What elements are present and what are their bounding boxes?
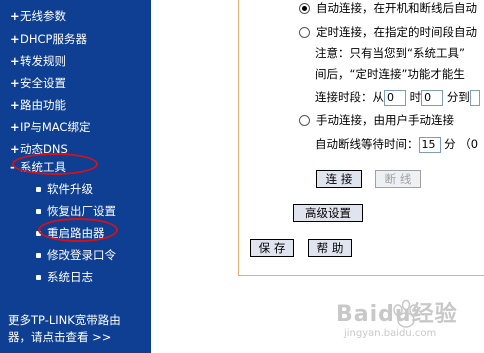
sidebar-item-forwarding[interactable]: +转发规则	[10, 53, 66, 69]
sidebar-item-label: 无线参数	[20, 9, 66, 23]
help-button[interactable]: 帮 助	[308, 239, 352, 257]
auto-connect-label: 自动连接，在开机和断线后自动	[316, 1, 477, 15]
watermark-url: jingyan.baidu.com	[344, 328, 437, 339]
bullet-icon	[36, 253, 41, 258]
sidebar-subitem-label: 修改登录口令	[47, 248, 116, 262]
baidu-jingyan-watermark: Baidu经验 jingyan.baidu.com	[330, 288, 480, 348]
sidebar-item-label: 安全设置	[20, 76, 66, 90]
bullet-icon	[36, 209, 41, 214]
save-button[interactable]: 保 存	[250, 239, 294, 257]
manual-connect-row: 手动连接，由用户手动连接	[299, 112, 454, 128]
more-products-line1: 更多TP-LINK宽带路由	[8, 313, 121, 327]
manual-connect-label: 手动连接，由用户手动连接	[316, 113, 454, 127]
auto-connect-radio[interactable]	[299, 3, 310, 14]
more-products-line2: 器，请点击查看 >>	[8, 330, 112, 344]
timed-connect-radio[interactable]	[299, 27, 310, 38]
manual-connect-radio[interactable]	[299, 115, 310, 126]
highlight-oval	[38, 218, 118, 242]
sidebar-item-wireless[interactable]: +无线参数	[10, 8, 66, 24]
sidebar-item-label: 路由功能	[20, 98, 66, 112]
sidebar-subitem-label: 软件升级	[47, 182, 93, 196]
timed-connect-row: 定时连接，在指定的时间段自动	[299, 24, 477, 40]
connect-button[interactable]: 连 接	[316, 170, 362, 188]
sidebar-item-dhcp[interactable]: +DHCP服务器	[10, 31, 87, 47]
period-hour-label: 时	[409, 90, 422, 104]
period-from-minute-input[interactable]: 0	[421, 89, 444, 106]
watermark-brand: Baidu经验	[336, 302, 458, 327]
period-to-label: 分到	[446, 90, 470, 104]
sidebar-subitem-change-password[interactable]: 修改登录口令	[36, 247, 116, 263]
highlight-oval	[12, 153, 98, 175]
sidebar-item-label: IP与MAC绑定	[20, 120, 91, 134]
sidebar-item-label: 转发规则	[20, 54, 66, 68]
period-from-hour-input[interactable]: 0	[384, 89, 406, 106]
wan-settings-panel: 自动连接，在开机和断线后自动 定时连接，在指定的时间段自动 注意：只有当您到“系…	[238, 0, 484, 276]
sidebar-item-security[interactable]: +安全设置	[10, 75, 66, 91]
idle-timeout-row: 自动断线等待时间： 15 分 （0	[315, 136, 478, 153]
connect-period-row: 连接时段：从 0 时0 分到	[315, 89, 480, 106]
auto-connect-row: 自动连接，在开机和断线后自动	[299, 0, 477, 16]
disconnect-button[interactable]: 断 线	[375, 170, 421, 188]
sidebar-subitem-upgrade[interactable]: 软件升级	[36, 181, 93, 197]
advanced-settings-button[interactable]: 高级设置	[293, 204, 363, 222]
sidebar-item-label: DHCP服务器	[20, 32, 87, 46]
idle-timeout-unit: 分 （0	[444, 137, 479, 151]
sidebar-item-ip-mac[interactable]: +IP与MAC绑定	[10, 119, 90, 135]
idle-timeout-input[interactable]: 15	[418, 136, 441, 153]
period-to-hour-input[interactable]	[469, 89, 480, 106]
bullet-icon	[36, 275, 41, 280]
sidebar-subitem-system-log[interactable]: 系统日志	[36, 269, 93, 285]
frame-gap	[151, 0, 238, 353]
sidebar-subitem-label: 恢复出厂设置	[47, 204, 116, 218]
more-products-link[interactable]: 更多TP-LINK宽带路由 器，请点击查看 >>	[8, 312, 148, 346]
sidebar-item-routing[interactable]: +路由功能	[10, 97, 66, 113]
sidebar-subitem-label: 系统日志	[47, 270, 93, 284]
sidebar-subitem-factory-reset[interactable]: 恢复出厂设置	[36, 203, 116, 219]
sidebar: +无线参数 +DHCP服务器 +转发规则 +安全设置 +路由功能 +IP与MAC…	[0, 0, 151, 353]
timed-connect-label: 定时连接，在指定的时间段自动	[316, 25, 477, 39]
period-label: 连接时段：从	[315, 90, 384, 104]
bullet-icon	[36, 187, 41, 192]
idle-timeout-label: 自动断线等待时间：	[315, 137, 419, 151]
note-line-2: 间后，“定时连接”功能才能生	[315, 67, 465, 81]
note-line-1: 注意：只有当您到“系统工具”	[315, 46, 465, 60]
